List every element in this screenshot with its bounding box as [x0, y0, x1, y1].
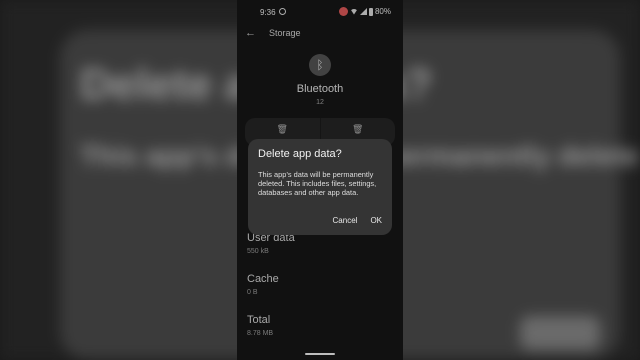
- gesture-navigation-pill[interactable]: [305, 353, 335, 355]
- background-button-blur: [520, 316, 600, 350]
- delete-app-data-dialog: Delete app data? This app’s data will be…: [248, 139, 392, 235]
- dialog-message: This app’s data will be permanently dele…: [258, 170, 377, 197]
- cancel-button[interactable]: Cancel: [333, 216, 358, 225]
- screen: Delete app data? This app’s data will be…: [0, 0, 640, 360]
- ok-button[interactable]: OK: [370, 216, 382, 225]
- dialog-actions: Cancel OK: [333, 216, 382, 225]
- dialog-title: Delete app data?: [258, 148, 342, 160]
